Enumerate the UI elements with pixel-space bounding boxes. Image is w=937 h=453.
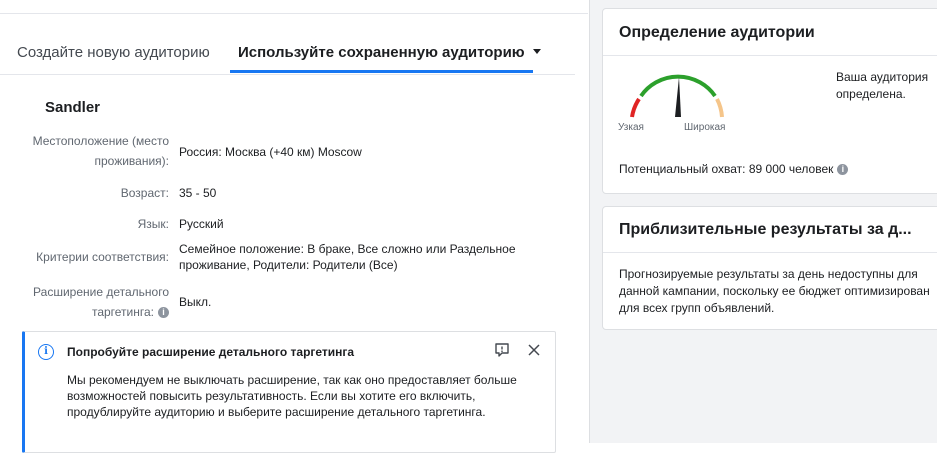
location-value: Россия: Москва (+40 км) Moscow bbox=[179, 145, 362, 159]
audience-tabs: Создайте новую аудиторию Используйте сох… bbox=[0, 36, 575, 75]
notice-title: Попробуйте расширение детального таргети… bbox=[67, 345, 355, 359]
audience-definition-card: Определение аудитории Узкая Широкая Ваша… bbox=[602, 8, 937, 194]
notice-body: Мы рекомендуем не выключать расширение, … bbox=[67, 373, 517, 419]
expansion-label: Расширение детального таргетинга: i bbox=[33, 282, 169, 322]
divider bbox=[603, 252, 937, 253]
location-label-line2: проживания): bbox=[94, 154, 169, 168]
caret-down-icon bbox=[532, 48, 541, 54]
audience-status: Ваша аудитория определена. bbox=[836, 70, 929, 101]
feedback-icon[interactable] bbox=[493, 341, 511, 359]
criteria-value: Семейное положение: В браке, Все сложно … bbox=[179, 242, 516, 272]
age-label: Возраст: bbox=[120, 186, 169, 200]
tab-label: Используйте сохраненную аудиторию bbox=[238, 44, 525, 61]
tab-use-saved-audience[interactable]: Используйте сохраненную аудиторию bbox=[238, 44, 541, 61]
targeting-expansion-notice: i Попробуйте расширение детального тарге… bbox=[22, 331, 556, 453]
expansion-label-line2: таргетинга: bbox=[91, 305, 154, 319]
language-value: Русский bbox=[179, 217, 224, 231]
estimated-results-title: Приблизительные результаты за д... bbox=[619, 221, 912, 238]
audience-panel: Создайте новую аудиторию Используйте сох… bbox=[0, 0, 588, 453]
estimated-results-body: Прогнозируемые результаты за день недост… bbox=[619, 267, 930, 315]
criteria-label: Критерии соответствия: bbox=[36, 250, 169, 264]
estimated-results-card: Приблизительные результаты за д... Прогн… bbox=[602, 206, 937, 330]
expansion-label-line1: Расширение детального bbox=[33, 285, 169, 299]
location-label-line1: Местоположение (место bbox=[32, 134, 169, 148]
audience-definition-title: Определение аудитории bbox=[619, 24, 815, 41]
potential-reach-text: Потенциальный охват: 89 000 человек bbox=[619, 162, 834, 176]
info-circle-icon: i bbox=[38, 344, 54, 360]
expansion-label-line2-wrap: таргетинга: i bbox=[33, 302, 169, 322]
language-label: Язык: bbox=[137, 217, 169, 231]
divider bbox=[0, 13, 588, 14]
tab-create-new-audience[interactable]: Создайте новую аудиторию bbox=[17, 44, 210, 61]
location-label: Местоположение (место проживания): bbox=[33, 131, 169, 171]
age-value: 35 - 50 bbox=[179, 186, 217, 200]
info-icon[interactable]: i bbox=[158, 307, 169, 319]
divider bbox=[603, 55, 937, 56]
gauge-narrow-label: Узкая bbox=[618, 122, 644, 133]
expansion-value: Выкл. bbox=[179, 295, 212, 309]
active-tab-indicator bbox=[230, 70, 533, 73]
gauge-wide-label: Широкая bbox=[684, 122, 726, 133]
info-icon[interactable]: i bbox=[837, 164, 849, 176]
potential-reach: Потенциальный охват: 89 000 человек i bbox=[619, 162, 849, 176]
audience-name: Sandler bbox=[45, 99, 101, 116]
close-icon[interactable] bbox=[525, 341, 543, 359]
audience-size-gauge bbox=[619, 69, 739, 129]
